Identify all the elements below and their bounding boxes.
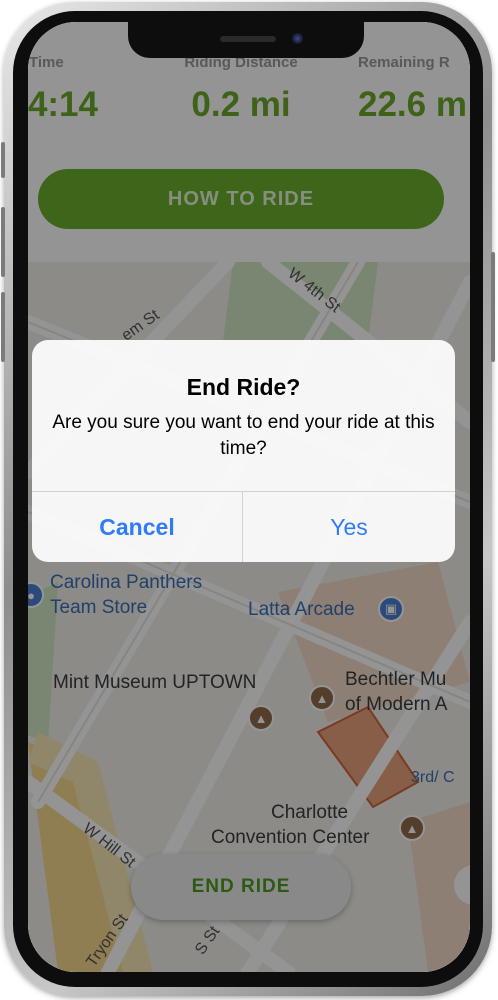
speaker-grille [220,36,276,42]
volume-down-button [1,292,5,362]
volume-up-button [1,207,5,277]
front-camera [292,33,303,44]
silent-switch [1,142,5,178]
screen: ing Time 4:14 Riding Distance 0.2 mi Rem… [28,22,470,972]
alert-title: End Ride? [186,374,301,400]
cancel-button[interactable]: Cancel [32,492,242,562]
notch [128,22,364,58]
alert-message: Are you sure you want to end your ride a… [52,412,435,459]
confirm-end-ride-button[interactable]: Yes [243,492,455,562]
power-button [491,252,495,362]
end-ride-alert: End Ride? Are you sure you want to end y… [32,340,455,562]
